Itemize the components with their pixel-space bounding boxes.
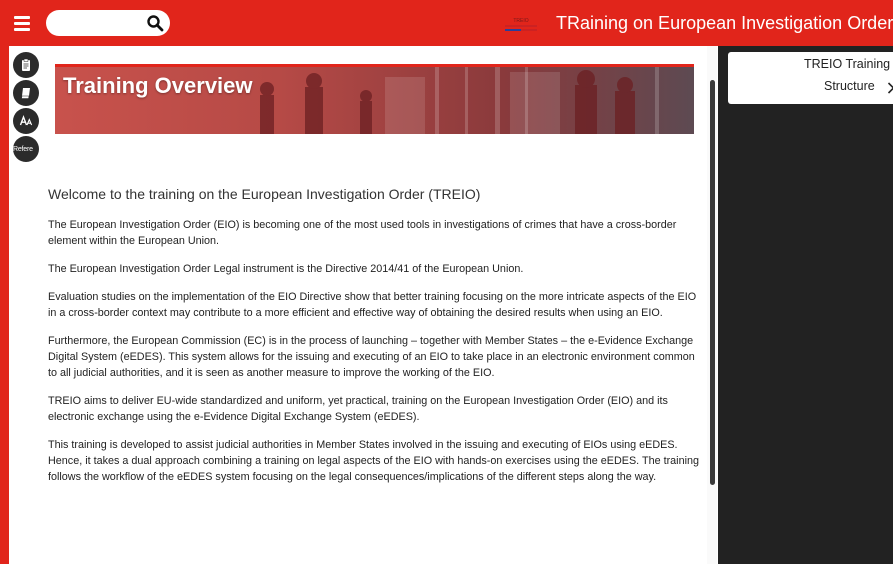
chevron-right-icon [887,82,893,94]
overview-article: Welcome to the training on the European … [48,186,704,497]
logo-text: TREIO [513,18,528,24]
overview-banner: Training Overview [55,64,694,134]
book-button[interactable] [13,80,39,106]
references-button[interactable]: Refere [13,136,39,162]
paragraph-5: TREIO aims to deliver EU-wide standardiz… [48,395,668,423]
clipboard-button[interactable] [13,52,39,78]
scrollbar-thumb[interactable] [710,80,715,485]
book-icon [21,88,30,99]
paragraph-3: Evaluation studies on the implementation… [48,291,697,319]
training-structure-line1: TREIO Training [804,57,891,71]
banner-title: Training Overview [63,73,253,98]
article-heading: Welcome to the training on the European … [48,186,481,202]
search-box[interactable] [46,10,170,36]
right-panel [718,46,893,564]
left-edge-bar [0,46,9,564]
font-size-icon [19,115,33,126]
references-label: Refere [13,145,33,153]
top-bar: TREIO TRaining on European Investigation… [0,0,893,46]
app-title: TRaining on European Investigation Order [556,13,893,33]
paragraph-4: Furthermore, the European Commission (EC… [48,335,695,379]
search-input[interactable] [56,14,148,34]
menu-icon[interactable] [12,12,34,34]
training-structure-line2: Structure [824,79,875,93]
training-structure-link[interactable]: TREIO Training Structure [728,52,893,104]
search-icon[interactable] [146,14,164,32]
font-size-button[interactable] [13,108,39,134]
clipboard-icon [22,58,30,71]
paragraph-2: The European Investigation Order Legal i… [48,263,524,275]
treio-logo: TREIO [505,18,537,31]
paragraph-6: This training is developed to assist jud… [48,439,699,483]
paragraph-1: The European Investigation Order (EIO) i… [48,219,677,247]
